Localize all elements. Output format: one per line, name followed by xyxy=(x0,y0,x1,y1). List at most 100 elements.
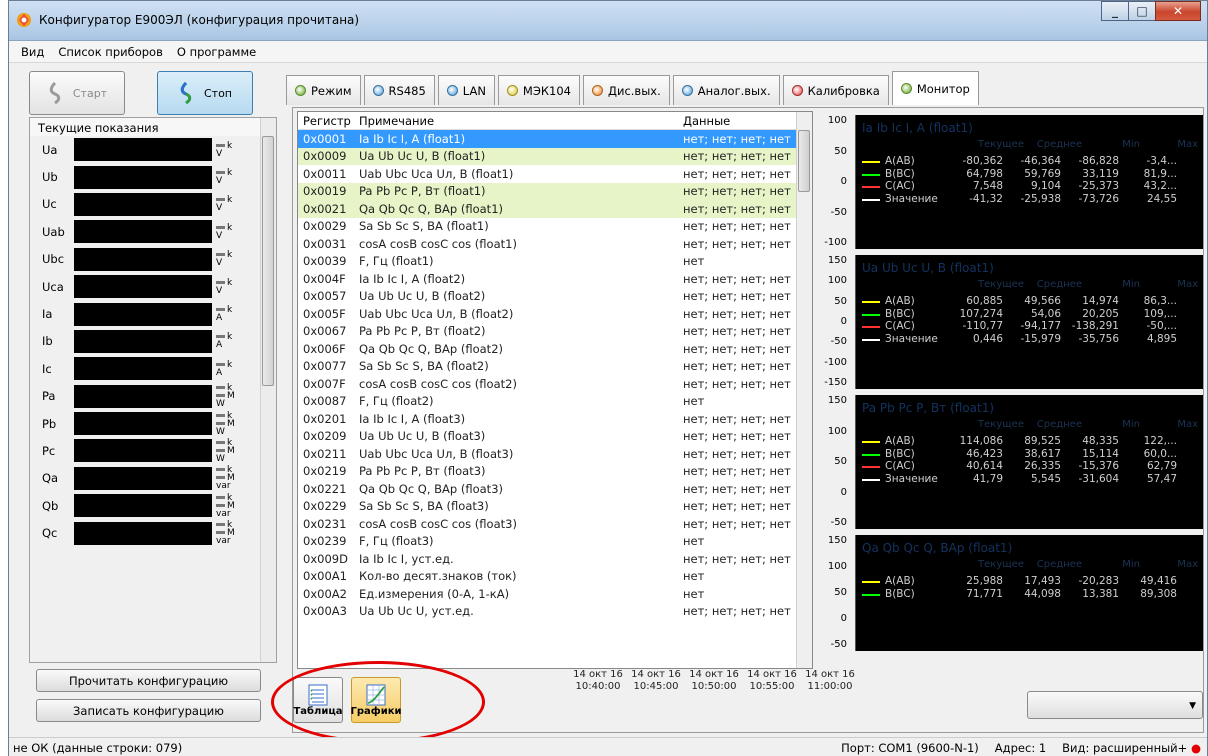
data-cell: нет; нет; нет; нет xyxy=(683,131,791,146)
table-row[interactable]: 0x0009 Ua Ub Uc U, B (float1) нет; нет; не… xyxy=(298,147,812,165)
table-row[interactable]: 0x005F Uab Ubc Uca Uл, B (float2) нет; нет… xyxy=(298,305,812,323)
table-row[interactable]: 0x0039 F, Гц (float1) нет xyxy=(298,253,812,271)
tab-4[interactable]: МЭК104 xyxy=(497,75,580,105)
table-row[interactable]: 0x007F cosA cosB cosC cos (float2) нет; не… xyxy=(298,375,812,393)
maximize-button[interactable]: □ xyxy=(1128,1,1155,21)
tab-2[interactable]: RS485 xyxy=(363,75,435,105)
table-row[interactable]: 0x0231 cosA cosB cosC cos (float3) нет; не… xyxy=(298,515,812,533)
table-row[interactable]: 0x0019 Pa Pb Pc P, Вт (float1) нет; нет; н… xyxy=(298,182,812,200)
reading-row: Pb k M W xyxy=(30,410,276,437)
table-row[interactable]: 0x004F Ia Ib Ic I, A (float2) нет; нет; не… xyxy=(298,270,812,288)
readings-rows: Ua k V Ub k V Uc k V Uab k V Ubc k V Uca k V Ia k A Ib k A Ic k A P… xyxy=(30,136,276,547)
menu-device-list[interactable]: Список приборов xyxy=(58,45,163,59)
graph-panel[interactable]: Pa Pb Pc P, Вт (float1) Текущее Среднее Min… xyxy=(855,395,1203,529)
graph-column-header: Max xyxy=(1177,559,1198,570)
legend-row: A(AB) 60,885 49,566 14,974 86,3... xyxy=(862,295,1177,307)
table-row[interactable]: 0x00A1 Кол-во десят.знаков (ток) нет xyxy=(298,568,812,586)
unit-dash-icon xyxy=(216,476,225,480)
table-scrollbar[interactable] xyxy=(796,112,812,668)
graph-column-headers: Текущее Среднее Min Max xyxy=(966,139,1198,150)
table-row[interactable]: 0x0031 cosA cosB cosC cos (float1) нет; не… xyxy=(298,235,812,253)
reading-value-display xyxy=(74,247,212,271)
table-row[interactable]: 0x0077 Sa Sb Sc S, BA (float2) нет; нет; н… xyxy=(298,358,812,376)
graph-block: 150 100 50 0 -50 Pa Pb Pc P, Вт (float1) Текущ… xyxy=(815,395,1203,529)
note-cell: Uab Ubc Uca Uл, B (float1) xyxy=(359,166,514,181)
start-button[interactable]: Старт xyxy=(29,71,125,115)
reading-unit: k Mvar xyxy=(216,493,246,518)
graph-block: 150 100 50 0 -50 Qa Qb Qc Q, BAp (float1) Теку… xyxy=(815,535,1203,651)
table-row[interactable]: 0x00A3 Ua Ub Uc U, уст.ед. нет; нет; нет; … xyxy=(298,603,812,621)
table-row[interactable]: 0x0229 Sa Sb Sc S, BA (float3) нет; нет; н… xyxy=(298,498,812,516)
reading-value-display xyxy=(74,192,212,216)
data-cell: нет; нет; нет; нет xyxy=(683,464,791,479)
data-cell: нет; нет; нет; нет xyxy=(683,604,791,619)
table-row[interactable]: 0x0001 Ia Ib Ic I, A (float1) нет; нет; не… xyxy=(298,130,812,148)
register-cell: 0x00A2 xyxy=(303,586,347,601)
reading-label: Pb xyxy=(42,416,57,431)
table-row[interactable]: 0x0211 Uab Ubc Uca Uл, B (float3) нет; нет… xyxy=(298,445,812,463)
column-header-register[interactable]: Регистр xyxy=(298,114,356,128)
graph-panel[interactable]: Qa Qb Qc Q, BAp (float1) Текущее Среднее Mi… xyxy=(855,535,1203,651)
chevron-down-icon: ▼ xyxy=(1189,701,1196,711)
register-cell: 0x0229 xyxy=(303,499,347,514)
column-header-data[interactable]: Данные xyxy=(681,114,799,128)
table-row[interactable]: 0x006F Qa Qb Qc Q, BAp (float2) нет; нет; … xyxy=(298,340,812,358)
note-cell: Pa Pb Pc P, Вт (float3) xyxy=(359,464,486,479)
tab-3[interactable]: LAN xyxy=(437,75,495,105)
register-cell: 0x0031 xyxy=(303,236,347,251)
tab-5[interactable]: Дис.вых. xyxy=(583,75,670,105)
y-tick-label: 150 xyxy=(827,535,847,546)
minimize-button[interactable]: _ xyxy=(1101,1,1128,21)
table-scroll-thumb[interactable] xyxy=(798,130,810,192)
data-cell: нет; нет; нет; нет xyxy=(683,359,791,374)
status-dot-icon xyxy=(506,85,518,96)
table-row[interactable]: 0x0221 Qa Qb Qc Q, BAp (float3) нет; нет; … xyxy=(298,480,812,498)
menu-about[interactable]: О программе xyxy=(177,45,256,59)
table-row[interactable]: 0x0067 Pa Pb Pc P, Вт (float2) нет; нет; н… xyxy=(298,323,812,341)
table-row[interactable]: 0x0219 Pa Pb Pc P, Вт (float3) нет; нет; н… xyxy=(298,463,812,481)
tab-6[interactable]: Аналог.вых. xyxy=(672,75,780,105)
note-cell: Ia Ib Ic I, A (float1) xyxy=(359,131,466,146)
table-row[interactable]: 0x0087 F, Гц (float2) нет xyxy=(298,393,812,411)
table-row[interactable]: 0x0239 F, Гц (float3) нет xyxy=(298,533,812,551)
y-tick-label: -50 xyxy=(830,517,847,528)
table-row[interactable]: 0x0011 Uab Ubc Uca Uл, B (float1) нет; нет… xyxy=(298,165,812,183)
graph-select-dropdown[interactable]: ▼ xyxy=(1027,691,1203,719)
column-header-note[interactable]: Примечание xyxy=(356,114,681,128)
unit-dash-icon xyxy=(216,225,225,229)
reading-row: Qb k Mvar xyxy=(30,492,276,519)
close-button[interactable]: ✕ xyxy=(1155,1,1201,21)
read-config-button[interactable]: Прочитать конфигурацию xyxy=(36,669,261,692)
table-row[interactable]: 0x0029 Sa Sb Sc S, BA (float1) нет; нет; н… xyxy=(298,218,812,236)
menu-view[interactable]: Вид xyxy=(21,45,44,59)
tab-8[interactable]: Монитор xyxy=(891,71,979,105)
write-config-button[interactable]: Записать конфигурацию xyxy=(36,699,261,722)
tab-7[interactable]: Калибровка xyxy=(782,75,889,105)
table-row[interactable]: 0x0057 Ua Ub Uc U, B (float2) нет; нет; не… xyxy=(298,288,812,306)
data-cell: нет; нет; нет; нет xyxy=(683,236,791,251)
legend-value: -46,364 xyxy=(1020,155,1061,167)
unit-base: var xyxy=(216,536,231,547)
graph-title: Pa Pb Pc P, Вт (float1) xyxy=(862,401,995,415)
table-row[interactable]: 0x0209 Ua Ub Uc U, B (float3) нет; нет; не… xyxy=(298,428,812,446)
readings-scroll-thumb[interactable] xyxy=(262,136,274,386)
data-cell: нет; нет; нет; нет xyxy=(683,306,791,321)
legend-value: 64,798 xyxy=(966,167,1003,180)
note-cell: Ia Ib Ic I, A (float2) xyxy=(359,271,466,286)
stop-button[interactable]: Стоп xyxy=(157,71,253,115)
graph-panel[interactable]: Ia Ib Ic I, A (float1) Текущее Среднее Min M… xyxy=(855,115,1203,249)
table-row[interactable]: 0x00A2 Ед.измерения (0-A, 1-кA) нет xyxy=(298,585,812,603)
tab-1[interactable]: Режим xyxy=(286,75,361,105)
reading-label: Uc xyxy=(42,197,57,212)
table-row[interactable]: 0x009D Ia Ib Ic I, уст.ед. нет; нет; нет; … xyxy=(298,550,812,568)
table-row[interactable]: 0x0021 Qa Qb Qc Q, BAp (float1) нет; нет; … xyxy=(298,200,812,218)
status-right: Порт: COM1 (9600-N-1) Адрес: 1 Вид: расш… xyxy=(841,741,1201,755)
legend-value: -73,726 xyxy=(1078,192,1119,205)
graph-panel[interactable]: Ua Ub Uc U, B (float1) Текущее Среднее Min M… xyxy=(855,255,1203,389)
table-row[interactable]: 0x0201 Ia Ib Ic I, A (float3) нет; нет; не… xyxy=(298,410,812,428)
readings-scrollbar[interactable] xyxy=(260,118,276,662)
legend-value: 114,086 xyxy=(959,435,1003,447)
data-cell: нет; нет; нет; нет xyxy=(683,341,791,356)
title-bar[interactable]: Конфигуратор Е900ЭЛ (конфигурация прочит… xyxy=(9,1,1207,41)
graph-column-headers: Текущее Среднее Min Max xyxy=(966,419,1198,430)
